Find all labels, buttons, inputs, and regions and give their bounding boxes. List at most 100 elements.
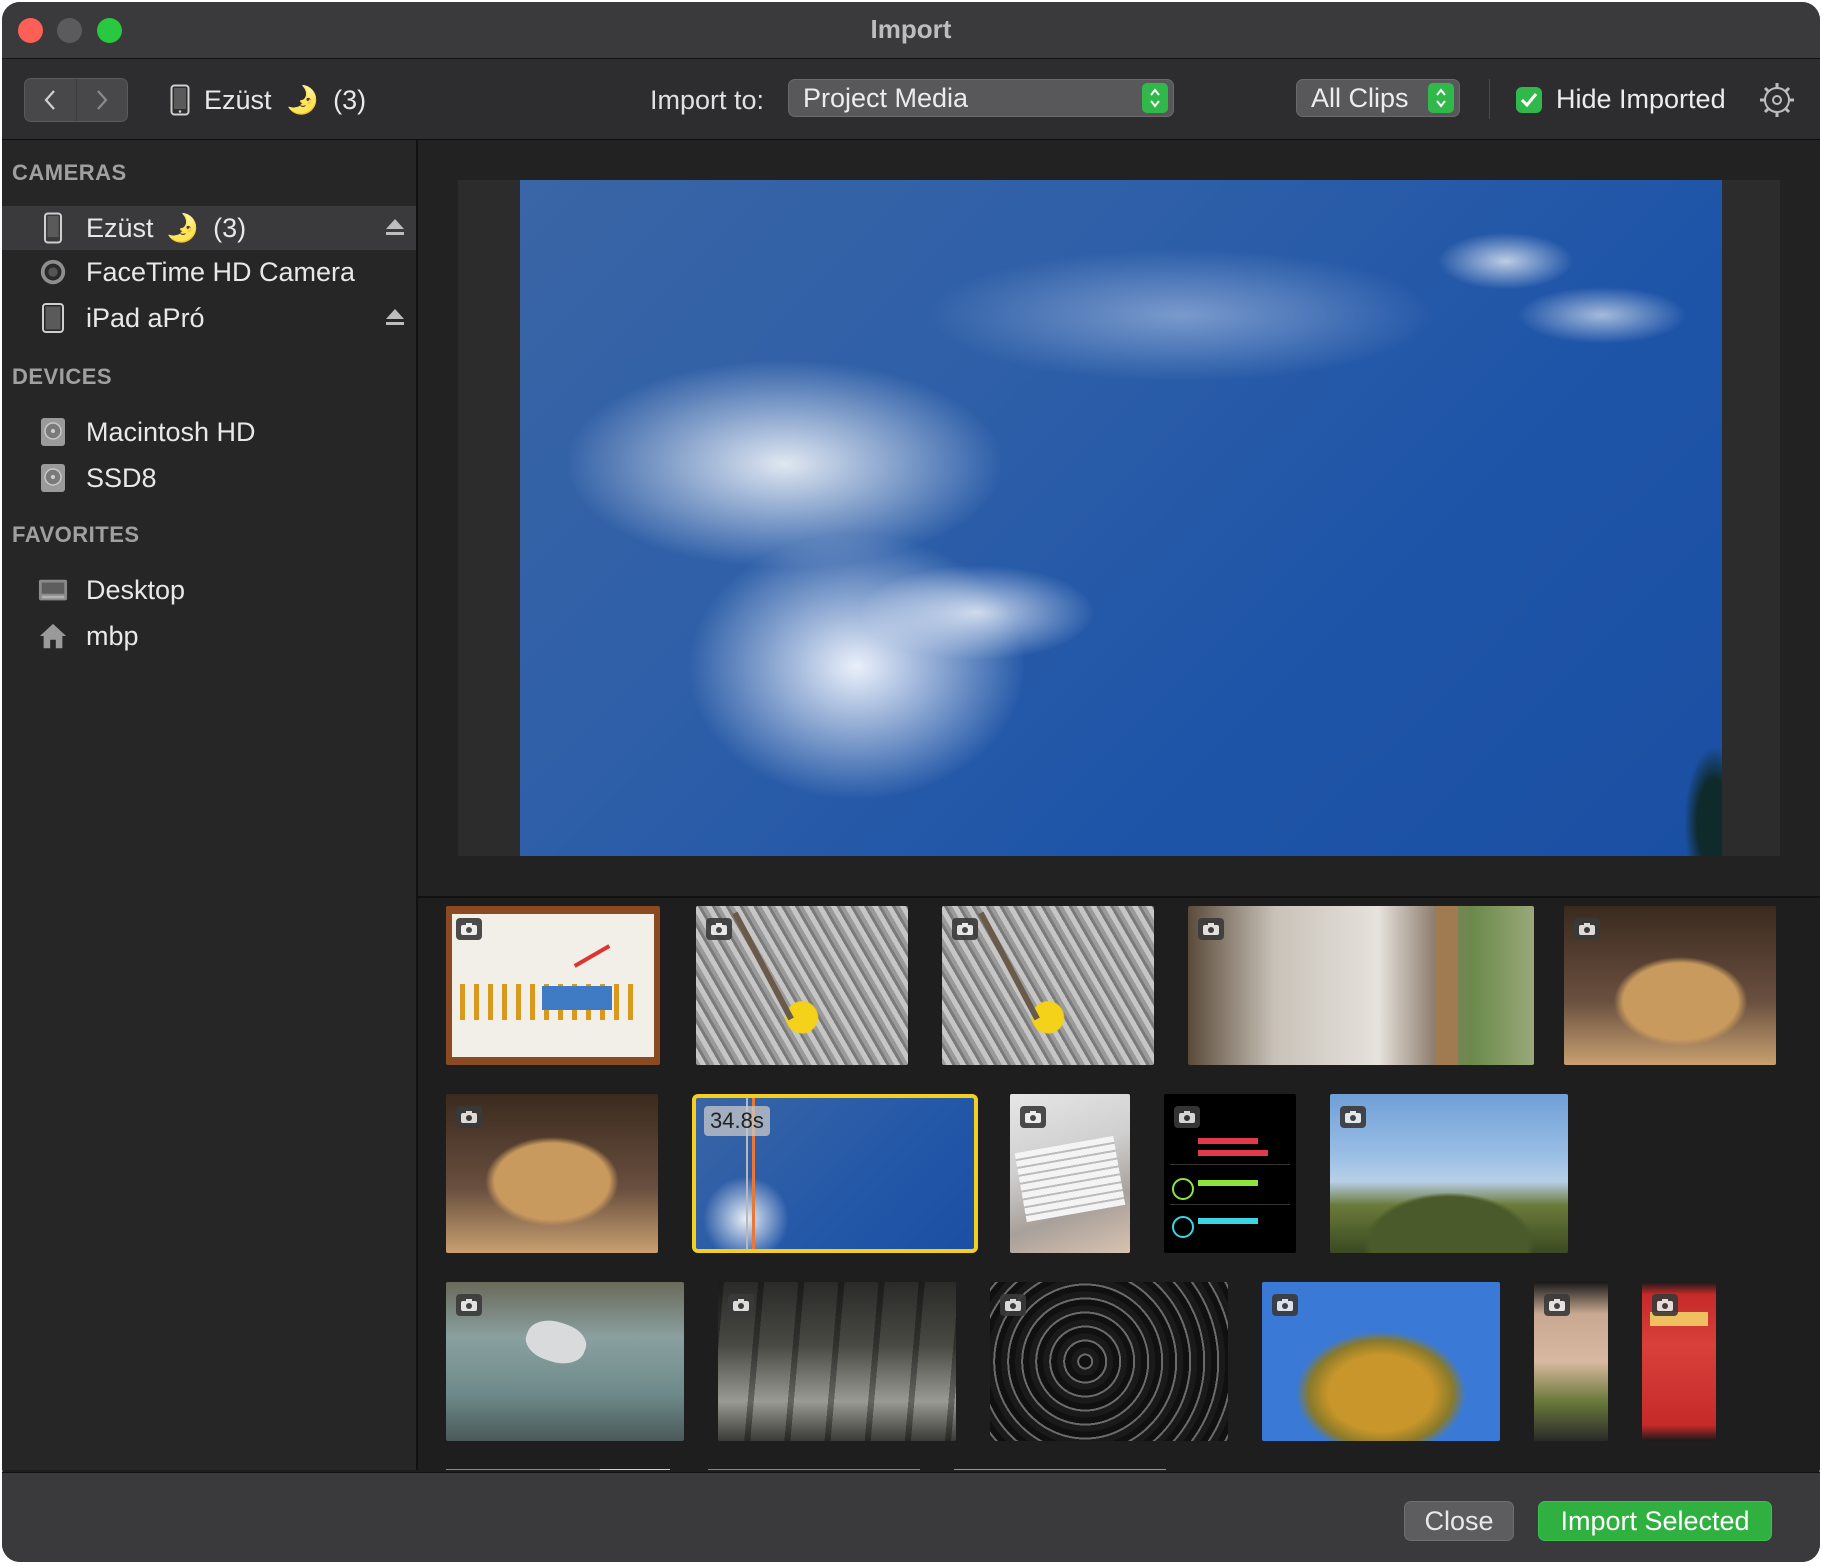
clip-duration: 34.8s [704,1106,770,1136]
sidebar-item-macintosh-hd[interactable]: Macintosh HD [2,410,416,454]
clip-thumbnail[interactable] [1534,1282,1608,1441]
sidebar-item-mbp[interactable]: mbp [2,614,416,658]
camera-icon [1652,1294,1678,1316]
device-name: Ezüst [204,84,272,115]
import-selected-button[interactable]: Import Selected [1538,1501,1772,1541]
hard-drive-icon [36,461,70,495]
import-window: Import Ezüst 🌛 (3) Import to: Project Me… [2,2,1820,1562]
clip-thumbnail[interactable] [1564,906,1776,1065]
sidebar-item-facetime-camera[interactable]: FaceTime HD Camera [2,250,416,294]
camera-icon [1020,1106,1046,1128]
window-title: Import [870,14,952,44]
camera-icon [1000,1294,1026,1316]
camera-icon [456,1106,482,1128]
flower-stem [732,911,794,1021]
camera-icon [456,1294,482,1316]
clip-thumbnail[interactable] [446,1282,684,1441]
footer-bar: Close Import Selected [2,1472,1820,1562]
clip-thumbnail[interactable] [718,1282,956,1441]
clip-filter-select[interactable]: All Clips [1296,79,1460,117]
title-bar: Import [2,2,1820,59]
updown-arrows-icon [1428,83,1454,113]
exercise-ring [1172,1178,1194,1200]
close-button[interactable]: Close [1404,1501,1514,1541]
toolbar-divider [1489,79,1490,119]
preview-pane [418,140,1820,898]
camera-icon [1174,1106,1200,1128]
sidebar-item-desktop[interactable]: Desktop [2,568,416,612]
preview-foliage [1684,746,1722,856]
clip-thumbnail[interactable] [1188,906,1534,1065]
sidebar-item-ezust[interactable]: Ezüst 🌛 (3) [2,206,416,250]
gear-icon[interactable] [1758,81,1796,119]
clip-thumbnail[interactable] [1330,1094,1568,1253]
clip-thumbnail-partial [708,1469,920,1470]
sidebar-item-ipad[interactable]: iPad aPró [2,296,416,340]
clip-thumbnail[interactable] [1642,1282,1716,1441]
device-count: (3) [333,84,367,115]
drawing-paper [452,914,654,1057]
flower-stem [978,911,1040,1021]
preview-frame [458,180,1780,856]
toolbar: Ezüst 🌛 (3) Import to: Project Media All… [2,59,1820,140]
camera-icon [1544,1294,1570,1316]
import-to-label: Import to: [650,85,765,115]
camera-icon [1574,918,1600,940]
forward-button[interactable] [75,79,128,121]
window-frame [1436,906,1458,1065]
clip-thumbnail[interactable] [942,906,1154,1065]
hide-imported-checkbox[interactable] [1516,87,1542,113]
navigation-buttons [24,78,128,122]
iphone-icon [36,211,70,245]
camera-icon [1340,1106,1366,1128]
hide-imported-label[interactable]: Hide Imported [1556,84,1726,115]
eject-icon[interactable] [384,217,406,237]
sidebar-item-label: SSD8 [86,462,157,493]
clip-thumbnail-selected[interactable]: 34.8s [692,1094,978,1253]
clip-thumbnail[interactable] [1262,1282,1500,1441]
move-bar [1198,1138,1258,1144]
clip-filter-value: All Clips [1311,82,1409,113]
clip-thumbnail[interactable] [1164,1094,1296,1253]
clip-thumbnail-partial [600,1469,670,1470]
devices-header: DEVICES [12,364,113,389]
paper-stack [1014,1135,1126,1223]
bird-shape [520,1312,592,1372]
desktop-icon [36,573,70,607]
home-icon [36,619,70,653]
clip-thumbnail[interactable] [446,1094,658,1253]
clip-thumbnail-partial [446,1469,606,1470]
exercise-bar [1198,1180,1258,1186]
clip-thumbnail[interactable] [990,1282,1228,1441]
activity-exercise-row [1170,1174,1290,1205]
updown-arrows-icon [1142,83,1168,113]
clip-thumbnail[interactable] [696,906,908,1065]
import-to-select[interactable]: Project Media [788,79,1174,117]
clip-thumbnail[interactable] [446,906,660,1065]
stand-bar [1198,1218,1258,1224]
back-button[interactable] [25,79,76,121]
drawing-crane [573,944,611,968]
sidebar: CAMERAS Ezüst 🌛 (3) FaceTime HD Camera i… [2,140,418,1470]
clip-thumbnail[interactable] [1010,1094,1130,1253]
camera-lens-icon [36,255,70,289]
sidebar-item-label: Desktop [86,574,186,605]
activity-stand-row [1170,1212,1290,1242]
preview-image [520,180,1722,856]
drawing-vehicle [542,986,612,1010]
import-to-value: Project Media [803,82,969,113]
chevron-right-icon [96,90,108,110]
camera-icon [1272,1294,1298,1316]
sidebar-item-label: iPad aPró [86,302,205,333]
camera-icon [706,918,732,940]
eject-icon[interactable] [384,307,406,327]
clip-thumbnail-partial [954,1469,1166,1470]
sidebar-item-label: Ezüst [86,212,154,243]
sidebar-item-ssd8[interactable]: SSD8 [2,456,416,500]
checkmark-icon [1520,93,1538,108]
moon-emoji: 🌛 [165,213,200,243]
sidebar-item-label: mbp [86,620,139,651]
chevron-left-icon [44,90,56,110]
camera-icon [728,1294,754,1316]
clip-browser: 34.8s [418,898,1820,1470]
